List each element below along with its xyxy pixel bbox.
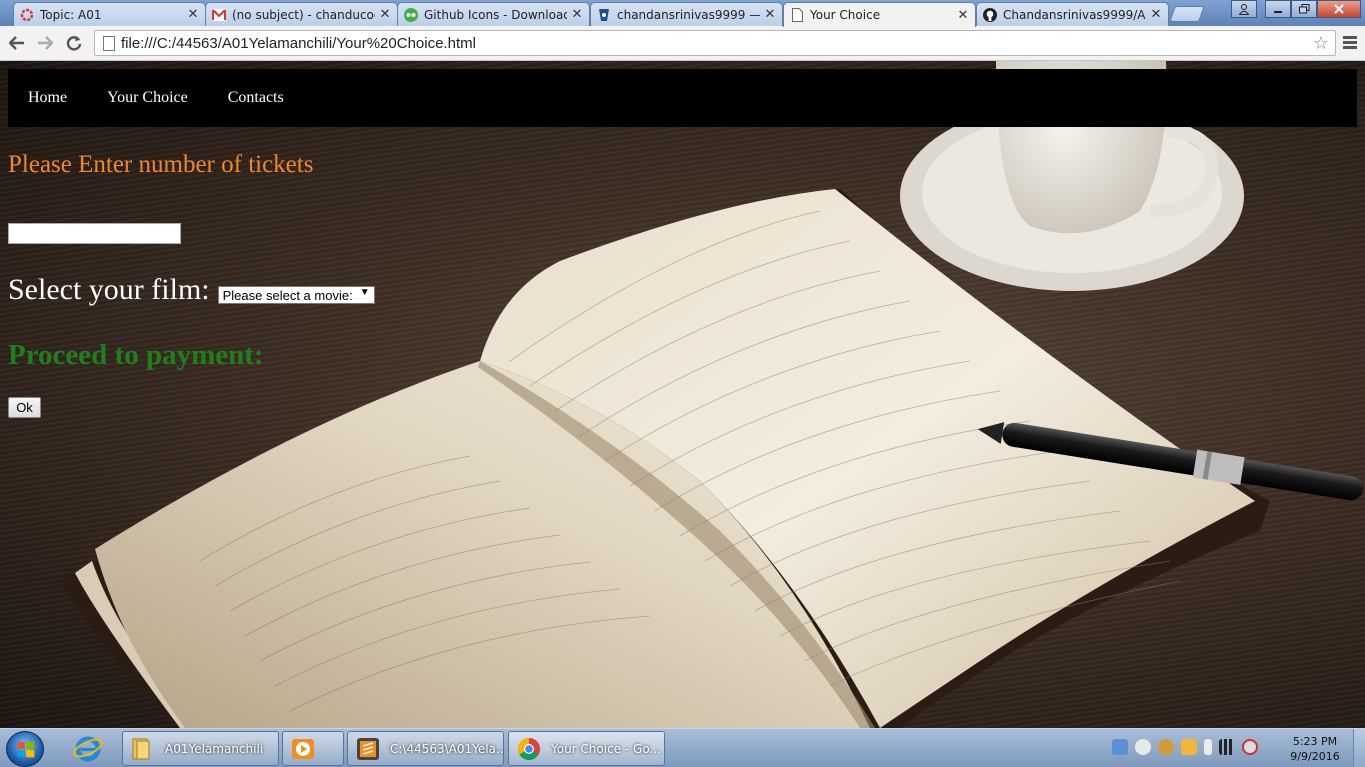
site-navbar: Home Your Choice Contacts <box>8 69 1357 127</box>
tab-close-icon[interactable]: ✕ <box>187 7 199 22</box>
tab-close-icon[interactable]: ✕ <box>764 7 776 22</box>
bookmark-star-icon[interactable]: ☆ <box>1313 33 1329 54</box>
ok-button[interactable]: Ok <box>8 397 41 418</box>
chrome-icon <box>518 737 540 760</box>
show-desktop-button[interactable] <box>1353 729 1365 767</box>
dropdown-arrow-icon: ▼ <box>359 287 370 298</box>
user-icon[interactable] <box>1231 0 1257 18</box>
back-icon[interactable] <box>6 33 28 53</box>
page-icon <box>790 8 804 22</box>
menu-icon[interactable] <box>1343 36 1357 51</box>
tab-topic-a01[interactable]: Topic: A01 ✕ <box>13 2 206 26</box>
tab-title: Chandansrinivas9999/A01 <box>1003 7 1146 22</box>
tab-title: Github Icons - Download f <box>424 7 567 22</box>
taskbar-item-label: A01Yelamanchili <box>165 741 264 756</box>
clock-date: 9/9/2016 <box>1290 750 1340 763</box>
internet-explorer-icon[interactable] <box>70 732 106 764</box>
new-tab-button[interactable] <box>1169 6 1205 22</box>
clock-time: 5:23 PM <box>1292 735 1338 748</box>
restore-icon[interactable] <box>1291 0 1317 18</box>
browser-toolbar: file:///C:/44563/A01Yelamanchili/Your%20… <box>0 26 1365 61</box>
network-share-icon[interactable] <box>1158 739 1174 755</box>
browser-tab-strip: Topic: A01 ✕ (no subject) - chanducool ✕… <box>0 0 1365 27</box>
windows-logo-icon <box>17 741 34 757</box>
tab-close-icon[interactable]: ✕ <box>379 7 391 22</box>
green-app-icon <box>404 7 418 22</box>
tab-github-repo[interactable]: Chandansrinivas9999/A01 ✕ <box>976 2 1169 26</box>
volume-muted-icon[interactable] <box>1242 739 1258 755</box>
system-tray <box>1112 739 1258 755</box>
film-row: Select your film: Please select a movie:… <box>8 273 375 307</box>
folder-icon <box>132 738 150 759</box>
tab-title: chandansrinivas9999 — B <box>617 7 760 22</box>
gear-icon[interactable] <box>1135 739 1151 755</box>
tab-close-icon[interactable]: ✕ <box>957 8 969 23</box>
tab-close-icon[interactable]: ✕ <box>571 7 583 22</box>
minimize-icon[interactable] <box>1265 0 1291 18</box>
start-button[interactable] <box>6 731 44 767</box>
tab-github-icons[interactable]: Github Icons - Download f ✕ <box>397 2 590 26</box>
tab-title: Topic: A01 <box>40 7 102 22</box>
page-viewport: Home Your Choice Contacts Please Enter n… <box>0 61 1365 728</box>
taskbar-item-label: Your Choice - Go... <box>551 741 661 756</box>
system-clock[interactable]: 5:23 PM 9/9/2016 <box>1288 734 1342 764</box>
close-window-icon[interactable] <box>1317 0 1361 18</box>
nav-link-home[interactable]: Home <box>28 89 67 107</box>
tab-close-icon[interactable]: ✕ <box>1150 7 1162 22</box>
taskbar-item-media-player[interactable] <box>282 731 344 766</box>
film-label: Select your film: <box>8 273 210 306</box>
windows-taskbar: A01Yelamanchili C:\44563\A01Yela... Your… <box>0 728 1365 767</box>
gmail-icon <box>212 8 226 22</box>
sublime-text-icon <box>357 737 379 760</box>
window-controls <box>1231 0 1361 18</box>
shield-icon <box>597 8 611 22</box>
tickets-input[interactable] <box>8 223 181 244</box>
taskbar-item-chrome[interactable]: Your Choice - Go... <box>508 731 665 766</box>
taskbar-item-sublime-text[interactable]: C:\44563\A01Yela... <box>347 731 504 766</box>
address-bar[interactable]: file:///C:/44563/A01Yelamanchili/Your%20… <box>94 30 1336 56</box>
nav-link-contacts[interactable]: Contacts <box>228 89 284 107</box>
payment-heading: Proceed to payment: <box>8 339 264 371</box>
page-icon <box>103 35 115 51</box>
film-select[interactable]: Please select a movie: ▼ <box>217 286 375 304</box>
nav-link-your-choice[interactable]: Your Choice <box>107 89 188 107</box>
taskbar-item-label: C:\44563\A01Yela... <box>390 741 504 756</box>
taskbar-item-folder[interactable]: A01Yelamanchili <box>122 731 279 766</box>
battery-icon[interactable] <box>1204 739 1212 755</box>
display-icon[interactable] <box>1112 739 1128 755</box>
github-icon <box>983 7 997 22</box>
reload-icon[interactable] <box>63 33 85 53</box>
security-shield-icon[interactable] <box>1181 739 1197 755</box>
media-player-icon <box>292 738 314 759</box>
red-ring-icon <box>20 8 34 22</box>
signal-bars-icon[interactable] <box>1219 739 1235 755</box>
tab-gmail[interactable]: (no subject) - chanducool ✕ <box>205 2 398 26</box>
film-select-value: Please select a movie: <box>222 287 353 303</box>
tab-title: (no subject) - chanducool <box>232 7 375 22</box>
tab-bitbucket[interactable]: chandansrinivas9999 — B ✕ <box>590 2 783 26</box>
tab-your-choice[interactable]: Your Choice ✕ <box>783 2 976 27</box>
tickets-heading: Please Enter number of tickets <box>8 151 314 178</box>
tab-title: Your Choice <box>810 8 881 22</box>
url-text: file:///C:/44563/A01Yelamanchili/Your%20… <box>121 34 476 52</box>
forward-icon[interactable] <box>34 33 56 53</box>
